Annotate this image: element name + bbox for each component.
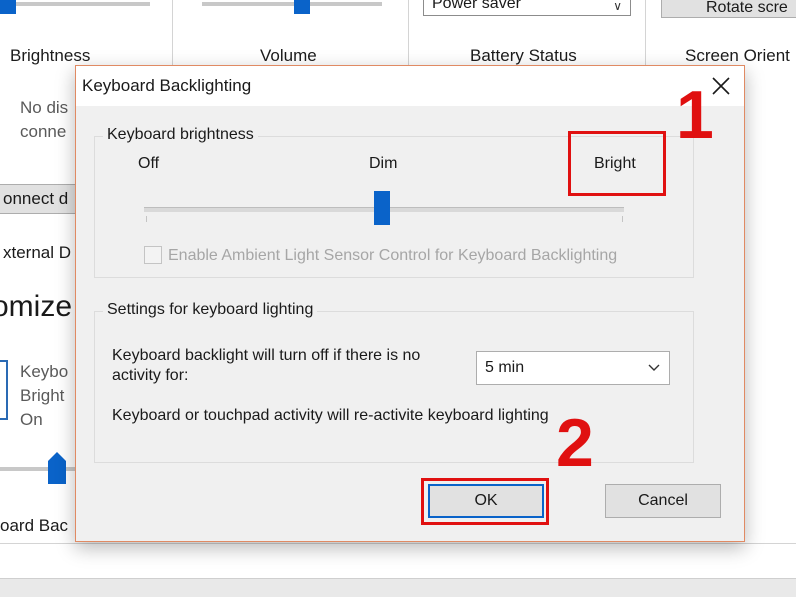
chevron-down-icon: ∨ — [613, 0, 622, 13]
cancel-button[interactable]: Cancel — [605, 484, 721, 518]
timeout-select[interactable]: 5 min — [476, 351, 670, 385]
keyboard-icon — [0, 360, 8, 420]
timeout-value: 5 min — [485, 359, 525, 376]
connect-display-button[interactable]: onnect d — [0, 184, 78, 214]
keyboard-brightness-legend: Keyboard brightness — [103, 126, 258, 144]
battery-plan-value: Power saver — [432, 0, 521, 12]
close-icon — [712, 77, 730, 95]
keyboard-lighting-settings-group: Settings for keyboard lighting — [94, 301, 694, 463]
annotation-box-ok — [421, 478, 549, 525]
keyboard-status-line2: Bright — [20, 386, 65, 405]
slider-tick — [146, 216, 147, 222]
annotation-step-2: 2 — [556, 405, 594, 481]
brightness-tile-label: Brightness — [10, 46, 91, 65]
brightness-slider-thumb[interactable] — [0, 0, 16, 14]
brightness-slider-track[interactable] — [0, 2, 150, 6]
volume-slider-thumb[interactable] — [294, 0, 310, 14]
chevron-down-icon — [648, 364, 660, 371]
volume-tile-label: Volume — [260, 46, 317, 65]
slider-tick — [622, 216, 623, 222]
dialog-title: Keyboard Backlighting — [82, 76, 252, 95]
ambient-light-checkbox[interactable] — [144, 246, 162, 264]
volume-slider-track[interactable] — [202, 2, 382, 6]
timeout-label-line2: activity for: — [112, 367, 189, 384]
battery-tile-label: Battery Status — [470, 46, 577, 65]
customize-heading: omize — [0, 290, 73, 323]
keyboard-status-line3: On — [20, 410, 43, 429]
external-display-label: xternal D — [0, 238, 78, 268]
rotate-screen-button[interactable]: Rotate scre — [661, 0, 796, 18]
ambient-light-checkbox-row[interactable]: Enable Ambient Light Sensor Control for … — [144, 246, 617, 265]
ambient-light-label: Enable Ambient Light Sensor Control for … — [168, 247, 618, 264]
keyboard-slider-thumb[interactable] — [48, 452, 66, 484]
battery-plan-select[interactable]: Power saver ∨ — [423, 0, 631, 16]
keyboard-status-line1: Keybo — [20, 362, 69, 381]
annotation-box-bright — [568, 131, 666, 196]
window-bottom-bar — [0, 578, 796, 597]
keyboard-brightness-thumb[interactable] — [374, 191, 390, 225]
display-status-line2: conne — [20, 122, 67, 141]
dialog-titlebar[interactable]: Keyboard Backlighting — [76, 66, 744, 106]
keyboard-lighting-settings-legend: Settings for keyboard lighting — [103, 301, 318, 319]
annotation-step-1: 1 — [676, 77, 714, 153]
keyboard-tile-label: oard Bac — [0, 516, 69, 535]
level-label-dim: Dim — [369, 155, 398, 172]
screen-orientation-tile-label: Screen Orient — [685, 46, 790, 65]
display-status-line1: No dis — [20, 98, 69, 117]
level-label-off: Off — [138, 155, 160, 172]
tile-divider — [0, 543, 796, 544]
timeout-label-line1: Keyboard backlight will turn off if ther… — [112, 347, 421, 364]
reactivate-note: Keyboard or touchpad activity will re-ac… — [112, 407, 549, 424]
